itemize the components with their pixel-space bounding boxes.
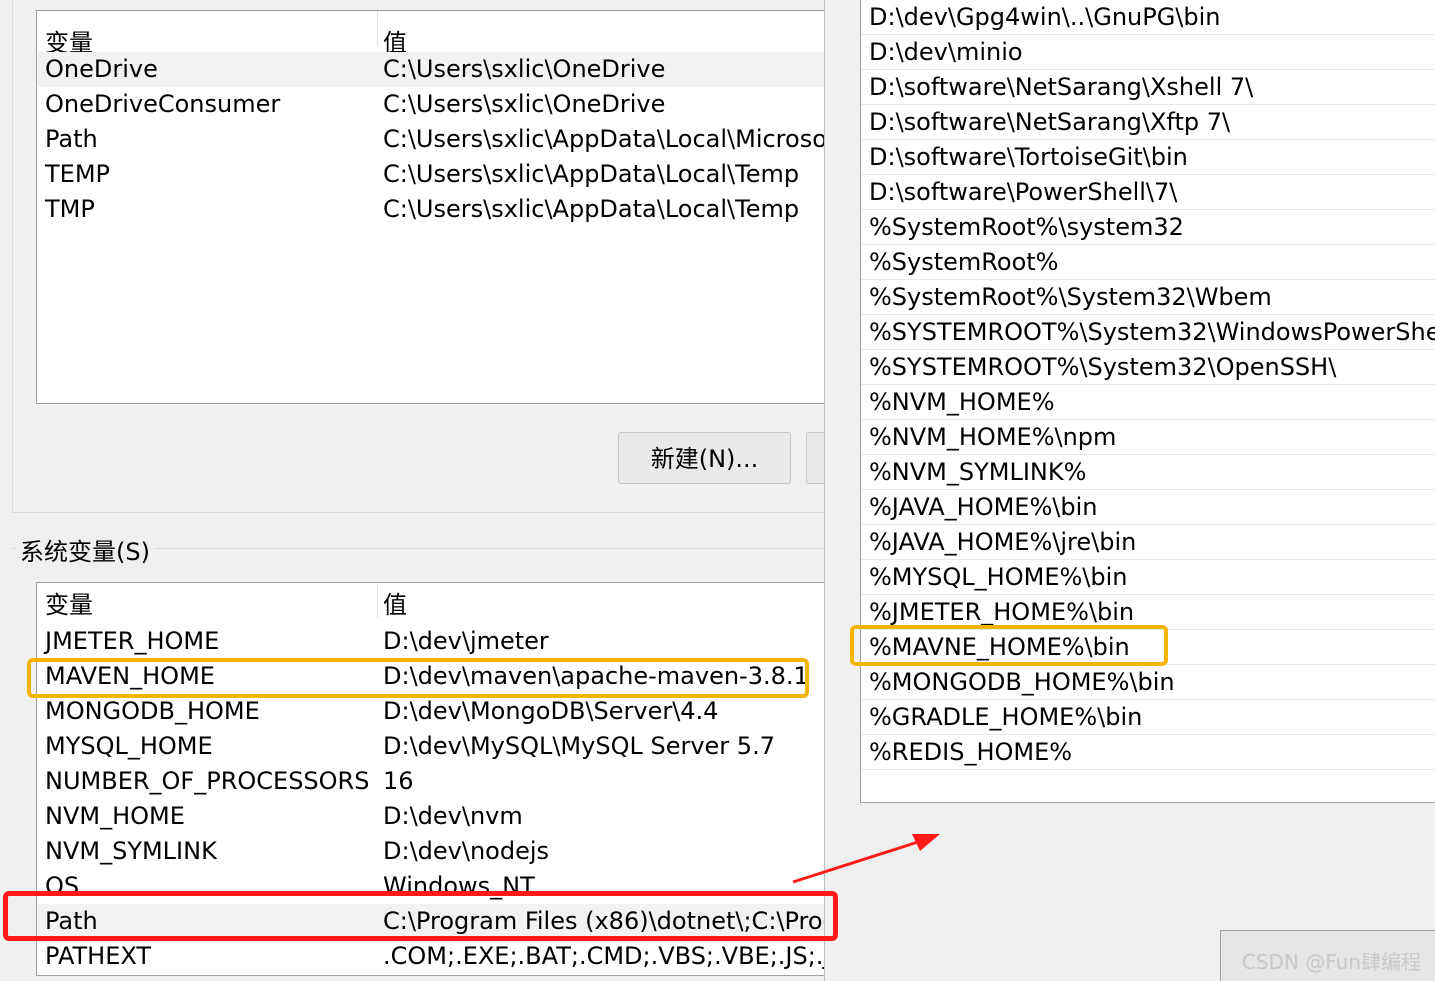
- path-entry-item[interactable]: D:\software\NetSarang\Xshell 7\: [861, 70, 1435, 105]
- path-entry-item[interactable]: %JMETER_HOME%\bin: [861, 595, 1435, 630]
- path-entry-item[interactable]: %MONGODB_HOME%\bin: [861, 665, 1435, 700]
- path-entry-item[interactable]: %NVM_HOME%: [861, 385, 1435, 420]
- path-entry-item[interactable]: %SystemRoot%\system32: [861, 210, 1435, 245]
- table-row[interactable]: OneDrive C:\Users\sxlic\OneDrive: [37, 52, 835, 87]
- path-entry-item[interactable]: D:\software\PowerShell\7\: [861, 175, 1435, 210]
- path-entry-item[interactable]: %REDIS_HOME%: [861, 735, 1435, 770]
- path-entry-item[interactable]: %SystemRoot%\System32\Wbem: [861, 280, 1435, 315]
- user-vars-group-frame: [12, 0, 13, 512]
- path-entry-item[interactable]: %SystemRoot%: [861, 245, 1435, 280]
- edit-path-dialog: D:\dev\Gpg4win\..\GnuPG\bin D:\dev\minio D…: [824, 0, 1435, 981]
- path-entry-item[interactable]: %SYSTEMROOT%\System32\WindowsPowerShell: [861, 315, 1435, 350]
- path-entry-item[interactable]: D:\software\NetSarang\Xftp 7\: [861, 105, 1435, 140]
- path-entry-item[interactable]: D:\dev\Gpg4win\..\GnuPG\bin: [861, 0, 1435, 35]
- path-entry-item[interactable]: D:\dev\minio: [861, 35, 1435, 70]
- column-header-value[interactable]: 值: [383, 588, 407, 623]
- column-header-name[interactable]: 变量: [45, 588, 93, 623]
- path-entry-item[interactable]: %MYSQL_HOME%\bin: [861, 560, 1435, 595]
- user-new-button[interactable]: 新建(N)...: [618, 432, 791, 484]
- path-entries-list[interactable]: D:\dev\Gpg4win\..\GnuPG\bin D:\dev\minio D…: [860, 0, 1435, 803]
- table-row[interactable]: TEMP C:\Users\sxlic\AppData\Local\Temp: [37, 157, 835, 192]
- path-entry-item[interactable]: %SYSTEMROOT%\System32\OpenSSH\: [861, 350, 1435, 385]
- path-entry-item[interactable]: %NVM_SYMLINK%: [861, 455, 1435, 490]
- path-entry-item[interactable]: %GRADLE_HOME%\bin: [861, 700, 1435, 735]
- table-row[interactable]: Path C:\Users\sxlic\AppData\Local\Micros…: [37, 122, 835, 157]
- system-vars-title: 系统变量(S): [16, 532, 154, 567]
- path-entry-item[interactable]: %JAVA_HOME%\jre\bin: [861, 525, 1435, 560]
- user-variables-list[interactable]: 变量 值 OneDrive C:\Users\sxlic\OneDrive On…: [36, 10, 836, 404]
- column-separator[interactable]: [377, 11, 378, 46]
- table-row[interactable]: OneDriveConsumer C:\Users\sxlic\OneDrive: [37, 87, 835, 122]
- column-separator[interactable]: [377, 583, 378, 618]
- path-entry-item[interactable]: D:\software\TortoiseGit\bin: [861, 140, 1435, 175]
- path-entry-item[interactable]: %NVM_HOME%\npm: [861, 420, 1435, 455]
- table-row[interactable]: TMP C:\Users\sxlic\AppData\Local\Temp: [37, 192, 835, 227]
- user-vars-group-frame-bottom: [12, 512, 824, 513]
- watermark: CSDN @Fun肆编程: [1241, 950, 1421, 974]
- path-entry-item[interactable]: %JAVA_HOME%\bin: [861, 490, 1435, 525]
- path-entry-item[interactable]: %MAVNE_HOME%\bin: [861, 630, 1435, 665]
